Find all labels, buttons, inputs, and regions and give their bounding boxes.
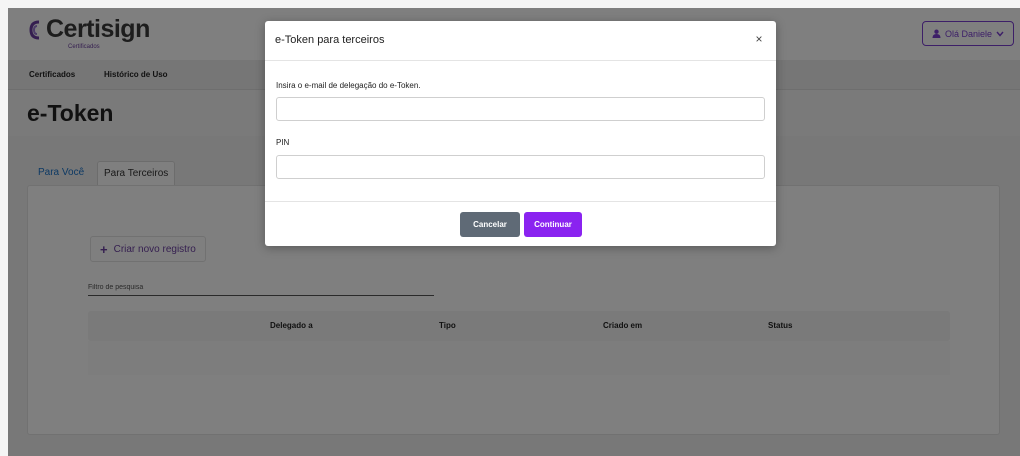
cancel-button[interactable]: Cancelar <box>460 212 520 237</box>
email-field[interactable] <box>276 97 765 121</box>
close-icon[interactable]: × <box>750 30 768 48</box>
pin-field-label: PIN <box>276 138 290 147</box>
modal-footer: Cancelar Continuar <box>265 201 776 246</box>
delegation-modal: e-Token para terceiros × Insira o e-mail… <box>265 21 776 246</box>
modal-title: e-Token para terceiros <box>275 34 385 46</box>
pin-field[interactable] <box>276 155 765 179</box>
app-root: Certisign Certificados Olá Daniele Certi… <box>0 0 1020 456</box>
modal-header: e-Token para terceiros × <box>265 21 776 61</box>
email-field-label: Insira o e-mail de delegação do e-Token. <box>276 81 421 90</box>
continue-button[interactable]: Continuar <box>524 212 582 237</box>
